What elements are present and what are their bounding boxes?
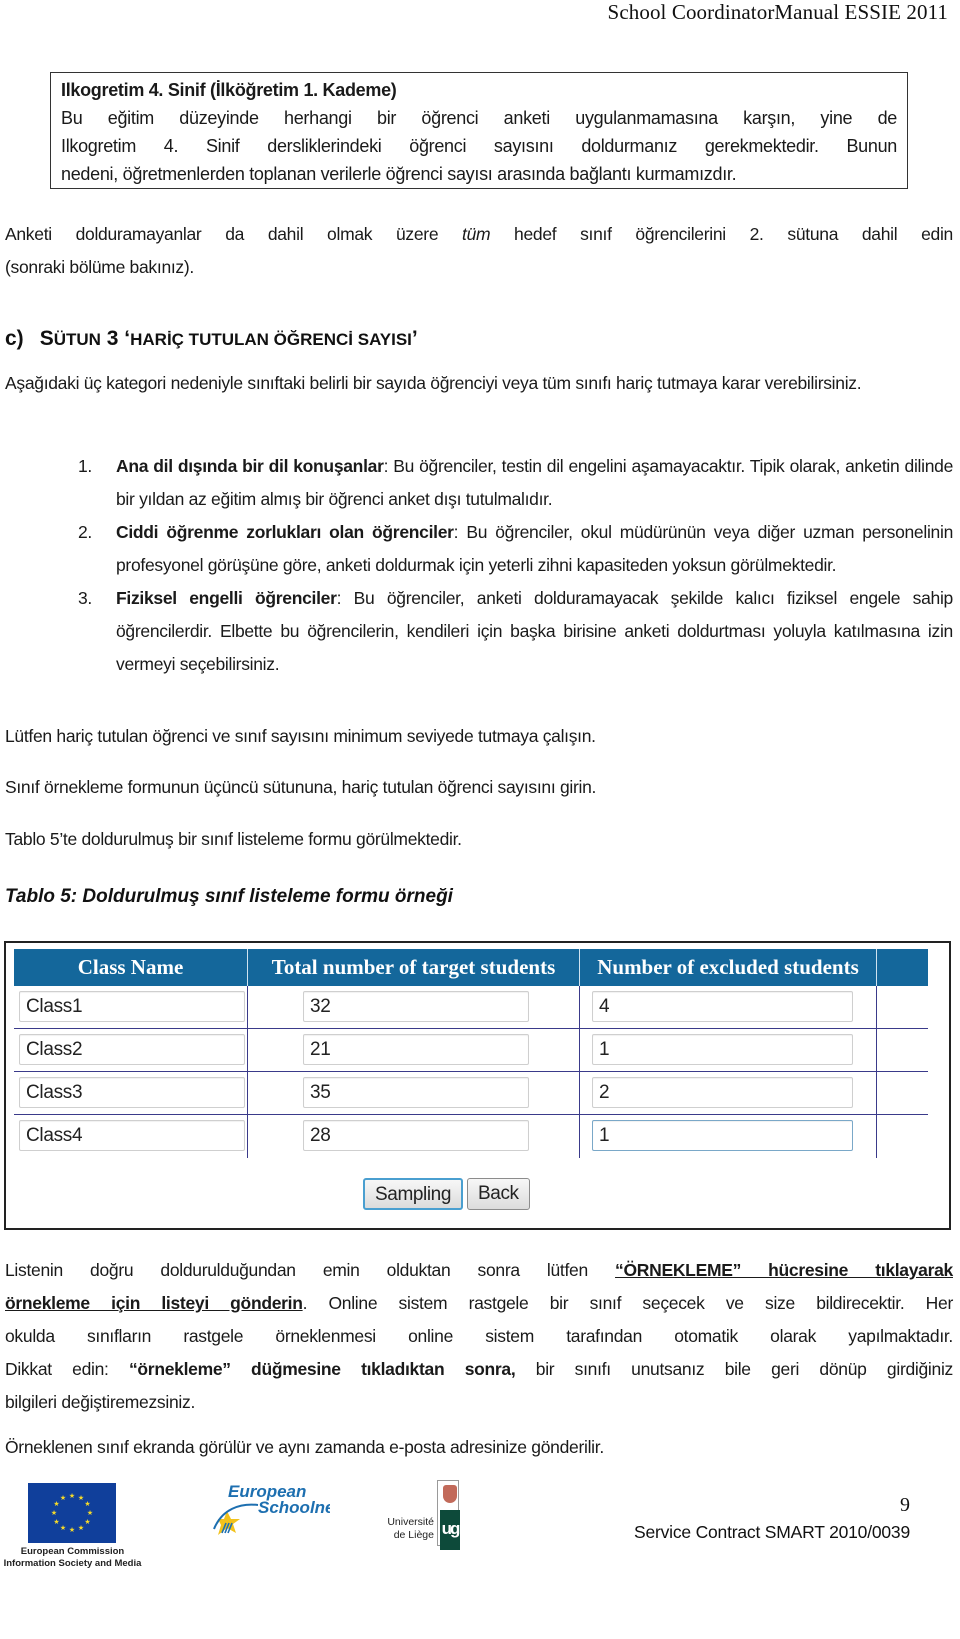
total-students-input[interactable]: 21 [303, 1034, 529, 1065]
paragraph-tablo: Tablo 5’te doldurulmuş bir sınıf listele… [5, 829, 462, 849]
table-row: Class2 21 1 [14, 1029, 928, 1072]
note-box-line: Bu eğitim düzeyinde herhangi bir öğrenci… [61, 108, 897, 128]
svg-text:★: ★ [60, 1494, 66, 1502]
svg-text:★: ★ [84, 1500, 90, 1508]
list-number: 3. [78, 588, 92, 608]
note-box-title: Ilkogretim 4. Sinif (İlköğretim 1. Kadem… [61, 80, 397, 100]
table-row: Class4 28 1 [14, 1115, 928, 1158]
text: hedef sınıf öğrencilerini 2. sütuna dahi… [490, 224, 953, 244]
table-caption: Tablo 5: Doldurulmuş sınıf listeleme for… [5, 886, 453, 907]
list-item: 1. Ana dil dışında bir dil konuşanlar: B… [78, 450, 953, 516]
excluded-students-input[interactable]: 2 [592, 1077, 853, 1108]
list-number: 1. [78, 456, 92, 476]
heading-text: HARİÇ TUTULAN ÖĞRENCİ SAYISI [130, 330, 412, 349]
svg-text:★: ★ [53, 1518, 59, 1526]
class-listing-form: Class Name Total number of target studen… [4, 941, 951, 1230]
paragraph-lutfen: Lütfen hariç tutulan öğrenci ve sınıf sa… [5, 726, 596, 746]
running-header: School CoordinatorManual ESSIE 2011 [607, 0, 948, 24]
ulg-logo: Université de Liège ug [380, 1480, 475, 1552]
emphasis-text: “ÖRNEKLEME” hücresine tıklayarak [615, 1260, 953, 1280]
svg-text:★: ★ [60, 1524, 66, 1532]
text: Dikkat edin: [5, 1359, 129, 1379]
svg-text:★: ★ [69, 1492, 75, 1500]
excluded-students-input[interactable]: 1 [592, 1034, 853, 1065]
text: Anketi dolduramayanlar da dahil olmak üz… [5, 224, 463, 244]
category-title: Ana dil dışında bir dil konuşanlar [116, 456, 384, 476]
form-table: Class Name Total number of target studen… [14, 949, 928, 1158]
table-row: Class1 32 4 [14, 986, 928, 1029]
heading-text: S [39, 327, 54, 350]
paragraph-listenin: Listenin doğru doldurulduğundan emin old… [5, 1254, 953, 1419]
text: bir sınıfı unutsanız bile geri dönüp gir… [515, 1359, 954, 1379]
heading-text: 3 [100, 327, 125, 350]
page-footer: ★ ★ ★ ★ ★ ★ ★ ★ ★ ★ ★ ★ European Commission Info… [0, 1478, 960, 1639]
text: bilgileri değiştiremezsiniz. [5, 1392, 196, 1412]
list-item: 2. Ciddi öğrenme zorlukları olan öğrenci… [78, 516, 953, 582]
crest-icon [443, 1485, 457, 1503]
column-header-excluded-students: Number of excluded students [580, 949, 877, 986]
text: (sonraki bölüme bakınız). [5, 257, 194, 277]
ulg-text-line: de Liège [393, 1529, 434, 1541]
text: . Online sistem rastgele bir sınıf seçec… [302, 1293, 954, 1313]
list-item: 3. Fiziksel engelli öğrenciler: Bu öğren… [78, 582, 953, 681]
total-students-input[interactable]: 32 [303, 991, 529, 1022]
svg-text:★: ★ [78, 1494, 84, 1502]
ec-caption-line: Information Society and Media [3, 1558, 142, 1569]
heading-text: ’ [411, 327, 418, 350]
italic-text: tüm [462, 224, 491, 244]
class-name-input[interactable]: Class2 [19, 1034, 245, 1065]
svg-text:★: ★ [78, 1524, 84, 1532]
note-box-line: Ilkogretim 4. Sinif dersliklerindeki öğr… [61, 136, 897, 156]
form-header-row: Class Name Total number of target studen… [14, 949, 928, 986]
note-box-line: nedeni, öğretmenlerden toplanan verilerl… [61, 164, 737, 184]
ulg-text-line: Université [387, 1516, 434, 1528]
table-row: Class3 35 2 [14, 1072, 928, 1115]
exclusion-categories-list: 1. Ana dil dışında bir dil konuşanlar: B… [78, 450, 953, 681]
total-students-input[interactable]: 35 [303, 1077, 529, 1108]
column-header-total-students: Total number of target students [248, 949, 580, 986]
column-header-class-name: Class Name [14, 949, 248, 986]
class-name-input[interactable]: Class1 [19, 991, 245, 1022]
ec-caption-line: European Commission [20, 1546, 125, 1557]
svg-text:★: ★ [53, 1500, 59, 1508]
ulg-mark: ug [440, 1510, 460, 1550]
svg-text:★: ★ [87, 1509, 93, 1517]
text: okulda sınıfların rastgele örneklenmesi … [5, 1326, 953, 1346]
class-name-input[interactable]: Class4 [19, 1120, 245, 1151]
class-name-input[interactable]: Class3 [19, 1077, 245, 1108]
section-heading: c) SÜTUN 3 ‘HARİÇ TUTULAN ÖĞRENCİ SAYISI’ [5, 327, 418, 351]
european-schoolnet-logo: European Schoolnet [200, 1482, 342, 1545]
esn-text: Schoolnet [258, 1498, 330, 1517]
back-button[interactable]: Back [467, 1178, 530, 1210]
list-number: 2. [78, 522, 92, 542]
excluded-students-input[interactable]: 1 [592, 1120, 853, 1151]
total-students-input[interactable]: 28 [303, 1120, 529, 1151]
paragraph-anketi: Anketi dolduramayanlar da dahil olmak üz… [5, 218, 953, 284]
service-contract: Service Contract SMART 2010/0039 [633, 1522, 910, 1542]
heading-text: ÜTUN [53, 330, 101, 349]
category-title: Ciddi öğrenme zorlukları olan öğrenciler [116, 522, 454, 542]
ulg-text: Université de Liège [380, 1516, 434, 1542]
sampling-button[interactable]: Sampling [363, 1178, 464, 1210]
note-box: Ilkogretim 4. Sinif (İlköğretim 1. Kadem… [50, 72, 908, 189]
ec-caption: European Commission Information Society … [0, 1546, 145, 1570]
eu-flag-icon: ★ ★ ★ ★ ★ ★ ★ ★ ★ ★ ★ ★ [28, 1483, 116, 1543]
svg-text:★: ★ [51, 1509, 57, 1517]
emphasis-text: örnekleme için listeyi gönderin [5, 1293, 303, 1313]
excluded-students-input[interactable]: 4 [592, 991, 853, 1022]
page-number: 9 [900, 1494, 910, 1516]
category-title: Fiziksel engelli öğrenciler [116, 588, 337, 608]
form-buttons: Sampling Back [363, 1178, 530, 1210]
text: Listenin doğru doldurulduğundan emin old… [5, 1260, 616, 1280]
section-letter: c) [5, 327, 24, 350]
paragraph-orneklenen: Örneklenen sınıf ekranda görülür ve aynı… [5, 1437, 604, 1457]
svg-text:★: ★ [69, 1526, 75, 1534]
column-header-spacer [877, 949, 928, 986]
bold-text: “örnekleme” düğmesine tıkladıktan sonra, [128, 1359, 516, 1379]
paragraph-sinif: Sınıf örnekleme formunun üçüncü sütununa… [5, 777, 597, 797]
svg-text:★: ★ [84, 1518, 90, 1526]
paragraph-asagidaki: Aşağıdaki üç kategori nedeniyle sınıftak… [5, 373, 862, 393]
